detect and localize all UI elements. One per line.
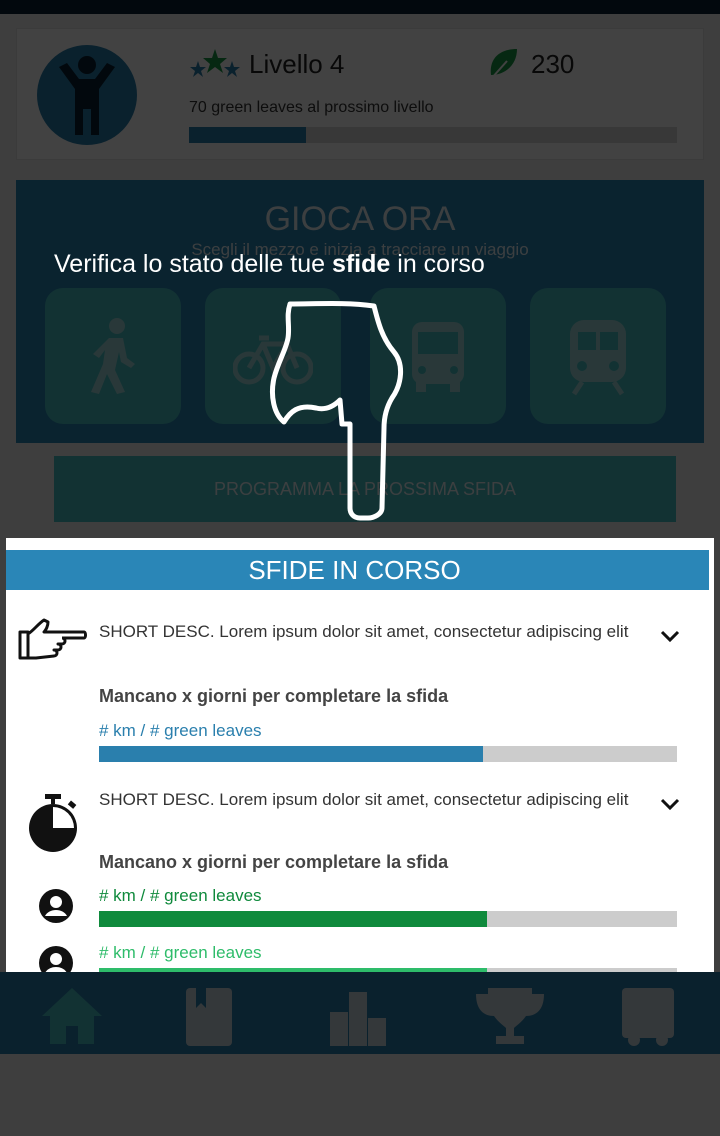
nav-trophy[interactable] (474, 984, 544, 1048)
level-progress-fill (189, 127, 307, 143)
challenges-header: SFIDE IN CORSO (6, 550, 709, 590)
challenge-remaining: Mancano x giorni per completare la sfida (99, 686, 449, 706)
tutorial-text-after: in corso (390, 250, 485, 278)
challenge-progress-bar (99, 968, 677, 972)
leaderboard-icon (330, 992, 386, 1046)
status-bar (0, 0, 720, 14)
challenge-progress-fill (99, 968, 488, 972)
train-mode-button[interactable] (530, 288, 666, 424)
challenge-progress-bar (99, 911, 677, 927)
nav-bus[interactable] (616, 984, 680, 1048)
bus-icon (412, 322, 464, 392)
leaf-icon (490, 49, 517, 80)
user-icon (39, 889, 73, 923)
pointing-hand-icon (269, 301, 403, 521)
leaves-counter: 230 (487, 47, 574, 81)
tutorial-text-before: Verifica lo stato delle tue (54, 250, 332, 278)
challenge-progress-fill (99, 746, 484, 762)
profile-card: Livello 4 230 70 green leaves al prossim… (16, 28, 704, 160)
level-label: Livello 4 (249, 48, 345, 79)
bus-double-decker-icon (622, 988, 674, 1046)
challenge-stat-label: # km / # green leaves (99, 721, 262, 740)
challenge-stat-label: # km / # green leaves (99, 886, 262, 905)
trophy-icon (476, 988, 544, 1044)
chevron-down-icon[interactable] (658, 624, 682, 648)
challenges-panel: SFIDE IN CORSO SHORT DESC. Lorem ipsum d… (6, 538, 714, 972)
challenge-description: SHORT DESC. Lorem ipsum dolor sit amet, … (99, 790, 629, 809)
challenge-description: SHORT DESC. Lorem ipsum dolor sit amet, … (99, 622, 629, 641)
next-level-text: 70 green leaves al prossimo livello (189, 99, 434, 116)
walk-mode-button[interactable] (45, 288, 181, 424)
challenge-progress-fill (99, 911, 488, 927)
chevron-down-icon[interactable] (658, 792, 682, 816)
level-progress-bar (189, 127, 677, 143)
nav-diary[interactable] (178, 984, 242, 1048)
user-icon (39, 946, 73, 972)
diary-icon (186, 988, 232, 1046)
stopwatch-icon (29, 794, 77, 852)
pointing-hand-icon (18, 618, 87, 660)
app-screen: Livello 4 230 70 green leaves al prossim… (0, 0, 720, 1136)
level-indicator: Livello 4 (189, 49, 344, 79)
tutorial-message: Verifica lo stato delle tue sfide in cor… (54, 250, 485, 279)
challenge-progress-bar (99, 746, 677, 762)
challenge-remaining: Mancano x giorni per completare la sfida (99, 852, 449, 872)
bottom-navigation (0, 972, 720, 1054)
play-title: GIOCA ORA (264, 200, 456, 238)
home-icon (42, 988, 102, 1044)
tutorial-text-bold: sfide (331, 250, 391, 278)
train-icon (570, 320, 626, 396)
nav-leaderboard[interactable] (326, 984, 390, 1048)
stars-icon (190, 49, 240, 77)
walk-icon (91, 318, 135, 394)
nav-home[interactable] (40, 984, 104, 1048)
person-icon (59, 56, 115, 135)
avatar[interactable] (37, 45, 137, 145)
leaves-count: 230 (531, 48, 575, 79)
challenge-stat-label: # km / # green leaves (99, 943, 262, 962)
